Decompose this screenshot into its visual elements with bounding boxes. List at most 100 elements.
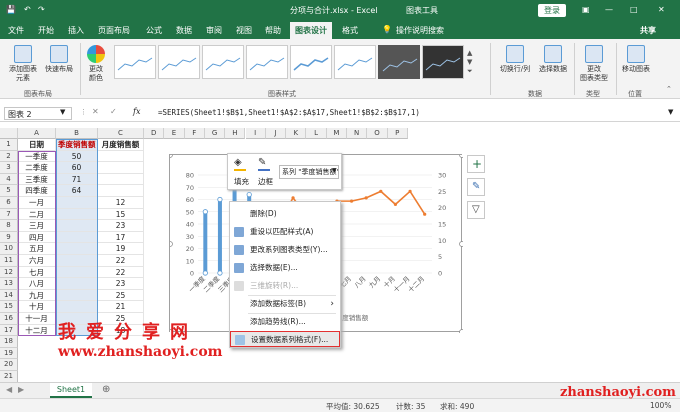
column-header-N[interactable]: N	[347, 128, 368, 139]
column-header-E[interactable]: E	[164, 128, 185, 139]
column-header-J[interactable]: J	[265, 128, 287, 139]
change-chart-type-button[interactable]: 更改 图表类型	[576, 45, 612, 83]
expand-formula-icon[interactable]: ▼	[668, 108, 673, 116]
undo-icon[interactable]: ↶	[24, 5, 31, 14]
prev-sheet-icon[interactable]: ◀	[6, 385, 12, 394]
column-header-D[interactable]: D	[144, 128, 165, 139]
column-header-L[interactable]: L	[306, 128, 327, 139]
save-icon[interactable]: 💾	[6, 5, 16, 14]
row-header-19[interactable]: 19	[0, 347, 18, 360]
row-header-21[interactable]: 21	[0, 371, 18, 383]
chart-styles-button[interactable]: ✎	[467, 178, 485, 196]
menu-item-5[interactable]: 添加数据标签(B) ›	[230, 296, 340, 312]
cell-A15[interactable]: 十月	[18, 301, 56, 313]
switch-row-column-button[interactable]: 切换行/列	[496, 45, 534, 74]
cell-A4[interactable]: 三季度	[18, 173, 56, 186]
row-header-20[interactable]: 20	[0, 359, 18, 371]
cell-B5[interactable]: 64	[56, 185, 98, 197]
chart-style-5[interactable]	[290, 45, 332, 79]
share-button[interactable]: 共享	[640, 25, 656, 36]
column-header-K[interactable]: K	[286, 128, 307, 139]
column-header-G[interactable]: G	[204, 128, 226, 139]
cell-B6[interactable]	[56, 197, 98, 209]
cell-C7[interactable]: 15	[98, 208, 144, 221]
row-header-11[interactable]: 11	[0, 255, 18, 267]
tab-help[interactable]: 帮助	[265, 25, 281, 36]
minimize-icon[interactable]: —	[605, 5, 613, 14]
cell-B9[interactable]	[56, 231, 98, 244]
column-header-P[interactable]: P	[387, 128, 408, 139]
cell-B11[interactable]	[56, 255, 98, 267]
row-header-4[interactable]: 4	[0, 173, 18, 186]
cell-A1[interactable]: 日期	[18, 139, 56, 151]
cancel-icon[interactable]: ✕	[92, 107, 99, 116]
redo-icon[interactable]: ↷	[38, 5, 45, 14]
column-header-B[interactable]: B	[56, 128, 98, 139]
zoom-level[interactable]: 100%	[650, 401, 671, 410]
sheet-tab-sheet1[interactable]: Sheet1	[50, 383, 92, 398]
cell-C14[interactable]: 25	[98, 289, 144, 302]
cell-A6[interactable]: 一月	[18, 197, 56, 209]
cell-C13[interactable]: 23	[98, 278, 144, 290]
cell-B15[interactable]	[56, 301, 98, 313]
chart-style-6[interactable]	[334, 45, 376, 79]
tab-view[interactable]: 视图	[236, 25, 252, 36]
row-header-6[interactable]: 6	[0, 197, 18, 209]
cell-A12[interactable]: 七月	[18, 266, 56, 279]
insert-function-button[interactable]: fx	[133, 107, 140, 116]
row-header-14[interactable]: 14	[0, 289, 18, 302]
cell-C10[interactable]: 19	[98, 243, 144, 255]
cell-C1[interactable]: 月度销售额	[98, 139, 144, 151]
series-select[interactable]: 系列 "季度销售额"	[279, 165, 339, 179]
cell-A3[interactable]: 二季度	[18, 162, 56, 174]
menu-item-0[interactable]: 删除(D)	[230, 206, 340, 222]
maximize-icon[interactable]: □	[630, 5, 638, 14]
cell-A5[interactable]: 四季度	[18, 185, 56, 197]
row-header-9[interactable]: 9	[0, 231, 18, 244]
tab-formulas[interactable]: 公式	[146, 25, 162, 36]
row-header-1[interactable]: 1	[0, 139, 18, 151]
cell-A11[interactable]: 六月	[18, 255, 56, 267]
column-header-A[interactable]: A	[18, 128, 56, 139]
cell-B4[interactable]: 71	[56, 173, 98, 186]
row-header-17[interactable]: 17	[0, 324, 18, 337]
cell-A7[interactable]: 二月	[18, 208, 56, 221]
cell-B10[interactable]	[56, 243, 98, 255]
cell-A14[interactable]: 九月	[18, 289, 56, 302]
menu-item-6[interactable]: 添加趋势线(R)...	[230, 314, 340, 330]
cell-C12[interactable]: 22	[98, 266, 144, 279]
next-sheet-icon[interactable]: ▶	[18, 385, 24, 394]
menu-item-3[interactable]: 选择数据(E)...	[230, 260, 340, 276]
outline-button[interactable]: ✎	[258, 157, 272, 171]
cell-C4[interactable]	[98, 173, 144, 186]
row-header-13[interactable]: 13	[0, 278, 18, 290]
chart-style-7[interactable]	[378, 45, 420, 79]
cell-C9[interactable]: 17	[98, 231, 144, 244]
row-header-8[interactable]: 8	[0, 220, 18, 232]
row-header-7[interactable]: 7	[0, 208, 18, 221]
column-header-I[interactable]: I	[245, 128, 266, 139]
column-header-H[interactable]: H	[225, 128, 246, 139]
tell-me-search[interactable]: 操作说明搜索	[396, 25, 444, 36]
tab-page-layout[interactable]: 页面布局	[98, 25, 130, 36]
collapse-ribbon-icon[interactable]: ⌃	[666, 85, 672, 93]
row-header-10[interactable]: 10	[0, 243, 18, 255]
cell-B13[interactable]	[56, 278, 98, 290]
chart-style-4[interactable]	[246, 45, 288, 79]
change-colors-button[interactable]: 更改 颜色	[82, 45, 110, 83]
styles-scroll[interactable]: ▲ ▼ ⏷	[467, 49, 473, 76]
tab-home[interactable]: 开始	[38, 25, 54, 36]
cell-C11[interactable]: 22	[98, 255, 144, 267]
name-box-dropdown-icon[interactable]: ▼	[60, 108, 65, 116]
cell-A17[interactable]: 十二月	[18, 324, 56, 337]
tab-review[interactable]: 审阅	[206, 25, 222, 36]
chevron-down-icon[interactable]: ▼	[332, 167, 337, 174]
cell-C8[interactable]: 23	[98, 220, 144, 232]
cell-C15[interactable]: 21	[98, 301, 144, 313]
cell-B8[interactable]	[56, 220, 98, 232]
cell-B1[interactable]: 季度销售额	[56, 139, 98, 151]
cell-A16[interactable]: 十一月	[18, 313, 56, 325]
row-header-3[interactable]: 3	[0, 162, 18, 174]
row-header-2[interactable]: 2	[0, 150, 18, 163]
cell-C3[interactable]	[98, 162, 144, 174]
